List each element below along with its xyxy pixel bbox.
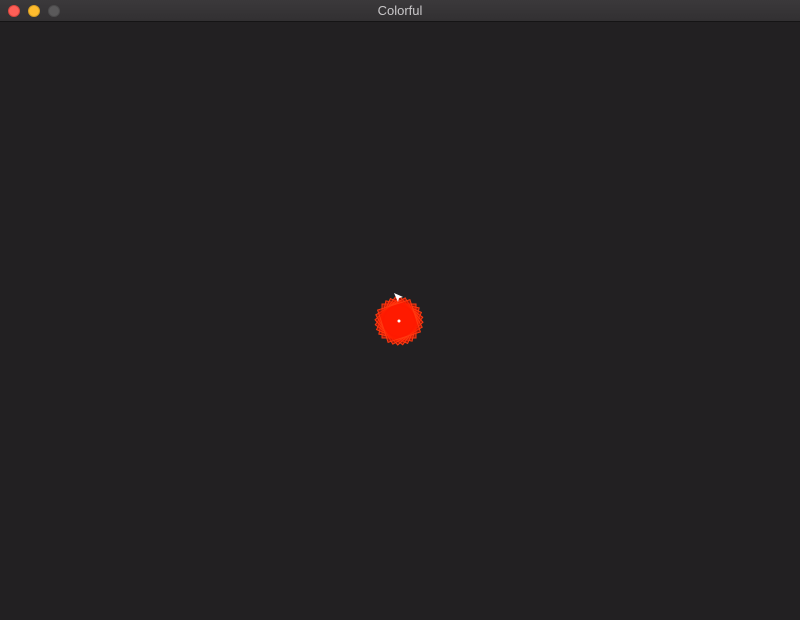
- title-bar[interactable]: Colorful: [0, 0, 800, 22]
- app-window: Colorful: [0, 0, 800, 620]
- canvas-drawing: [374, 293, 424, 346]
- drawing-canvas[interactable]: [0, 22, 800, 620]
- window-title: Colorful: [377, 3, 423, 18]
- center-dot: [397, 319, 401, 323]
